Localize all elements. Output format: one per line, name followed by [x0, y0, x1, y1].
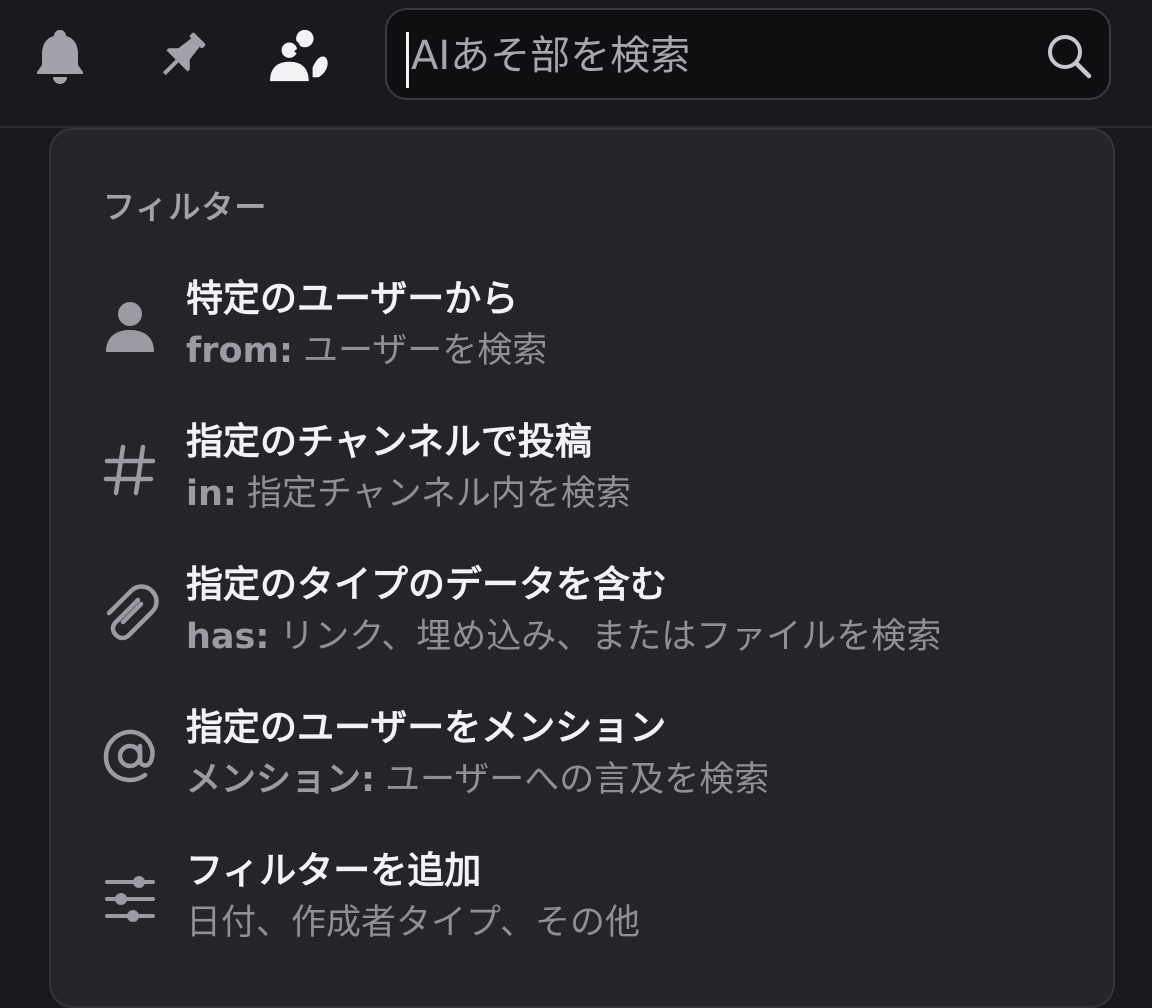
filter-option-title: 指定のチャンネルで投稿	[186, 420, 592, 463]
filter-option-from[interactable]: 特定のユーザーから from: ユーザーを検索	[51, 268, 1113, 398]
member-list-icon[interactable]	[270, 24, 330, 88]
filter-key: メンション:	[186, 760, 375, 800]
filter-desc: 日付、作成者タイプ、その他	[186, 903, 640, 943]
filter-option-in[interactable]: 指定のチャンネルで投稿 in: 指定チャンネル内を検索	[51, 411, 1113, 541]
filter-option-description: has: リンク、埋め込み、またはファイルを検索	[186, 608, 1076, 659]
search-bar[interactable]	[385, 8, 1111, 100]
magnifier-icon[interactable]	[1043, 30, 1095, 82]
paperclip-icon	[101, 584, 159, 642]
filter-option-title: 特定のユーザーから	[186, 277, 519, 320]
text-fade-overlay	[1016, 608, 1076, 659]
text-caret	[406, 32, 409, 88]
channel-header	[0, 0, 1152, 128]
notification-bell-icon[interactable]	[30, 24, 90, 88]
sliders-icon	[101, 870, 159, 928]
filter-desc: ユーザーへの言及を検索	[385, 760, 770, 800]
hash-icon	[101, 441, 159, 499]
filter-option-title: 指定のユーザーをメンション	[186, 706, 667, 749]
search-filter-popout: フィルター 特定のユーザーから from: ユーザーを検索 指定のチャンネルで投稿…	[49, 128, 1115, 1008]
filter-key: from:	[186, 331, 293, 371]
filter-desc: ユーザーを検索	[303, 331, 548, 371]
filter-desc: リンク、埋め込み、またはファイルを検索	[279, 617, 942, 657]
filter-option-mentions[interactable]: 指定のユーザーをメンション メンション: ユーザーへの言及を検索	[51, 697, 1113, 827]
filter-key: in:	[186, 474, 237, 514]
filter-option-has[interactable]: 指定のタイプのデータを含む has: リンク、埋め込み、またはファイルを検索	[51, 554, 1113, 684]
filter-option-title: 指定のタイプのデータを含む	[186, 563, 667, 606]
pinned-messages-icon[interactable]	[152, 24, 212, 88]
filter-option-add-filter[interactable]: フィルターを追加 日付、作成者タイプ、その他	[51, 840, 1113, 970]
filter-option-description: 日付、作成者タイプ、その他	[186, 894, 1076, 945]
user-icon	[101, 298, 159, 356]
filter-option-description: in: 指定チャンネル内を検索	[186, 465, 1076, 516]
filter-option-title: フィルターを追加	[186, 849, 482, 892]
filter-key: has:	[186, 617, 270, 657]
filter-option-description: メンション: ユーザーへの言及を検索	[186, 751, 1076, 802]
filter-desc: 指定チャンネル内を検索	[246, 474, 631, 514]
filters-heading: フィルター	[103, 188, 268, 226]
at-sign-icon	[101, 727, 159, 785]
search-input[interactable]	[411, 14, 1011, 98]
filter-option-description: from: ユーザーを検索	[186, 322, 1076, 373]
